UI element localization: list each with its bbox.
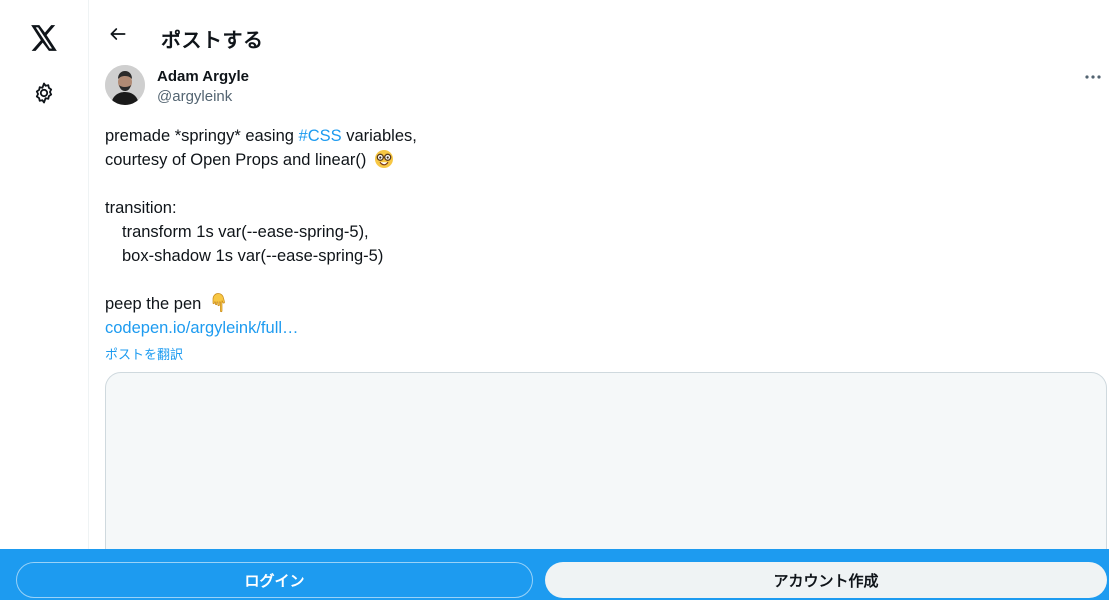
hashtag-link[interactable]: #CSS (299, 127, 342, 145)
avatar[interactable] (105, 65, 145, 105)
post-line: premade *springy* easing #CSS variables, (105, 124, 1095, 148)
translate-post-link[interactable]: ポストを翻訳 (105, 344, 183, 363)
page-header: ポストする (89, 0, 1109, 70)
post-text-segment: variables, (341, 127, 417, 145)
main-column: ポストする Adam Argyle @argyleink premade *sp… (89, 0, 1109, 600)
post-line: courtesy of Open Props and linear() (105, 148, 1095, 172)
login-button[interactable]: ログイン (16, 562, 533, 598)
post-line: codepen.io/argyleink/full… (105, 316, 1095, 340)
more-options-button[interactable] (1081, 64, 1105, 88)
post-text-segment: premade *springy* easing (105, 127, 299, 145)
post-line: transition: (105, 199, 177, 217)
left-rail (0, 0, 89, 600)
author-name[interactable]: Adam Argyle (157, 68, 249, 85)
app: ポストする Adam Argyle @argyleink premade *sp… (0, 0, 1109, 600)
x-logo-icon[interactable] (22, 16, 66, 60)
post-text: premade *springy* easing #CSS variables,… (105, 124, 1095, 340)
create-account-button[interactable]: アカウント作成 (545, 562, 1107, 598)
page-title: ポストする (161, 30, 264, 52)
more-horizontal-icon (1084, 67, 1102, 85)
bottom-auth-bar: ログイン アカウント作成 (0, 549, 1109, 600)
post-line-empty (105, 172, 1095, 196)
author-handle[interactable]: @argyleink (157, 88, 232, 105)
post-text-segment: peep the pen (105, 295, 202, 313)
nerd-face-emoji-icon (374, 149, 394, 176)
post-line: transform 1s var(--ease-spring-5), (122, 223, 369, 241)
post-line: box-shadow 1s var(--ease-spring-5) (122, 247, 384, 265)
gear-icon[interactable] (22, 71, 66, 115)
post-text-segment: courtesy of Open Props and linear() (105, 151, 367, 169)
arrow-left-icon (108, 24, 128, 49)
post-line-empty (105, 268, 1095, 292)
back-button[interactable] (101, 19, 135, 53)
post-author: Adam Argyle @argyleink (105, 64, 1105, 108)
post-line: peep the pen (105, 292, 1095, 316)
post-link[interactable]: codepen.io/argyleink/full… (105, 319, 299, 337)
